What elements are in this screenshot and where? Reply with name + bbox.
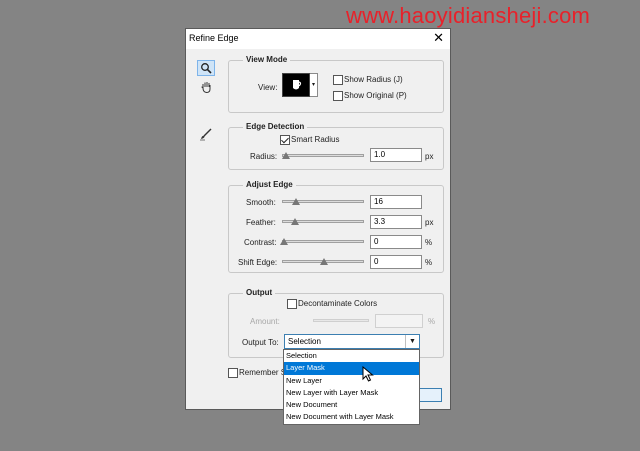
- ok-button[interactable]: [418, 388, 442, 402]
- decontaminate-colors-checkbox[interactable]: [287, 299, 297, 309]
- feather-slider[interactable]: [282, 218, 364, 225]
- watermark-text: www.haoyidiansheji.com: [346, 3, 591, 28]
- contrast-input[interactable]: 0: [370, 235, 422, 249]
- view-mode-thumbnail[interactable]: [282, 73, 310, 97]
- hand-icon[interactable]: [197, 79, 215, 95]
- show-radius-checkbox[interactable]: [333, 75, 343, 85]
- dropdown-option-new-layer[interactable]: New Layer: [284, 375, 419, 387]
- edge-detection-title: Edge Detection: [243, 122, 308, 131]
- contrast-slider-thumb[interactable]: [280, 238, 288, 245]
- remember-settings-checkbox[interactable]: [228, 368, 238, 378]
- smart-radius-checkbox[interactable]: [280, 135, 290, 145]
- shift-edge-label: Shift Edge:: [238, 258, 278, 267]
- shift-edge-slider-thumb[interactable]: [320, 258, 328, 265]
- output-title: Output: [243, 288, 276, 297]
- show-radius-label: Show Radius (J): [344, 75, 403, 84]
- radius-input[interactable]: 1.0: [370, 148, 422, 162]
- feather-input[interactable]: 3.3: [370, 215, 422, 229]
- radius-unit: px: [425, 152, 434, 161]
- dropdown-option-new-document[interactable]: New Document: [284, 399, 419, 411]
- output-to-select[interactable]: Selection ▼: [284, 334, 420, 349]
- dropdown-option-layer-mask[interactable]: Layer Mask: [284, 362, 419, 375]
- shift-edge-slider[interactable]: [282, 258, 364, 265]
- dropdown-option-new-layer-with-layer-mask[interactable]: New Layer with Layer Mask: [284, 387, 419, 399]
- radius-slider[interactable]: [282, 152, 364, 159]
- show-original-label: Show Original (P): [344, 91, 407, 100]
- dropdown-option-new-document-with-layer-mask[interactable]: New Document with Layer Mask: [284, 411, 419, 423]
- radius-label: Radius:: [250, 152, 278, 161]
- output-to-dropdown-list: Selection Layer Mask New Layer New Layer…: [283, 349, 420, 425]
- amount-input: [375, 314, 423, 328]
- adjust-edge-title: Adjust Edge: [243, 180, 296, 189]
- smooth-slider[interactable]: [282, 198, 364, 205]
- feather-label: Feather:: [246, 218, 276, 227]
- radius-slider-thumb[interactable]: [282, 152, 290, 159]
- contrast-unit: %: [425, 238, 433, 247]
- feather-slider-thumb[interactable]: [291, 218, 299, 225]
- view-label: View:: [258, 83, 278, 92]
- smooth-input[interactable]: 16: [370, 195, 422, 209]
- contrast-label: Contrast:: [244, 238, 277, 247]
- dialog-titlebar: Refine Edge ✕: [186, 29, 450, 49]
- view-mode-title: View Mode: [243, 55, 291, 64]
- output-to-label: Output To:: [242, 338, 279, 347]
- dropdown-option-selection[interactable]: Selection: [284, 350, 419, 362]
- contrast-slider[interactable]: [280, 238, 364, 245]
- chevron-down-icon[interactable]: ▾: [310, 73, 318, 97]
- amount-slider: [313, 319, 369, 322]
- smooth-slider-thumb[interactable]: [292, 198, 300, 205]
- dialog-title: Refine Edge: [189, 33, 239, 43]
- shift-edge-unit: %: [425, 258, 433, 267]
- decontaminate-colors-label: Decontaminate Colors: [298, 299, 378, 308]
- feather-unit: px: [425, 218, 434, 227]
- refine-radius-brush-icon[interactable]: [197, 126, 215, 142]
- amount-unit: %: [428, 317, 436, 326]
- zoom-icon[interactable]: [197, 60, 215, 76]
- output-to-value: Selection: [288, 337, 321, 346]
- smooth-label: Smooth:: [246, 198, 276, 207]
- mouse-pointer-icon: [362, 366, 374, 382]
- show-original-checkbox[interactable]: [333, 91, 343, 101]
- close-icon[interactable]: ✕: [433, 30, 444, 46]
- amount-label: Amount:: [250, 317, 280, 326]
- chevron-down-icon[interactable]: ▼: [405, 335, 419, 348]
- smart-radius-label: Smart Radius: [291, 135, 340, 144]
- shift-edge-input[interactable]: 0: [370, 255, 422, 269]
